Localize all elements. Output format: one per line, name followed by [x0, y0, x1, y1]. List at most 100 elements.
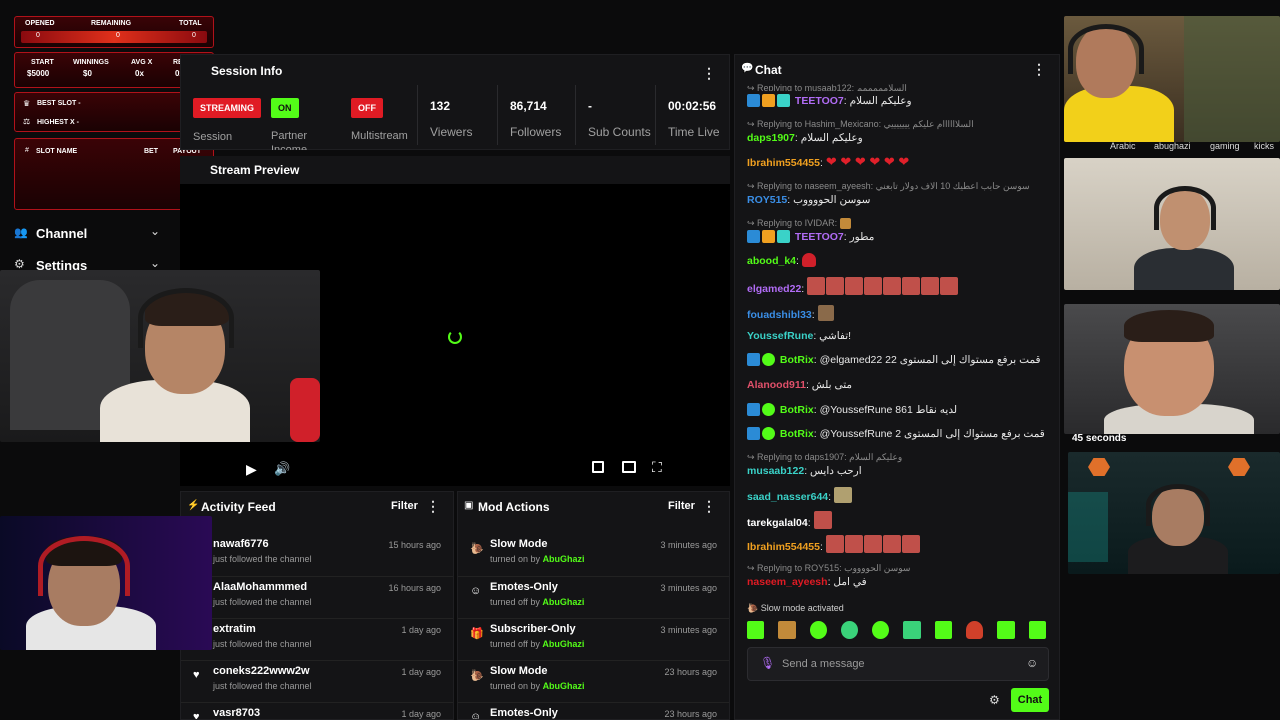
chat-username[interactable]: Ibrahim554455	[747, 157, 820, 169]
follower-time: 15 hours ago	[388, 540, 441, 550]
heart-icon: ♥	[193, 669, 200, 681]
chat-bubble-icon: 💬	[741, 63, 754, 74]
progress-bar: 0 0 0	[21, 31, 207, 43]
followers-stat: 86,714 Followers	[497, 85, 577, 145]
chat-send-button[interactable]: Chat	[1011, 688, 1049, 712]
chat-message: Alanood911: متى بلش	[747, 379, 853, 391]
gg-emote-icon	[834, 487, 852, 503]
face-emote-icon	[902, 277, 921, 295]
chat-username[interactable]: Alanood911	[747, 379, 806, 391]
fullscreen-icon[interactable]: ⛶	[652, 459, 662, 476]
session-info-panel: Session Info ⋮ STREAMING Session ON Part…	[180, 54, 730, 150]
emote-icon[interactable]	[934, 621, 953, 639]
chat-username[interactable]: fouadshibl33	[747, 309, 812, 321]
sidebar-item-channel[interactable]: 👥 Channel ⌄	[12, 224, 172, 244]
chat-username[interactable]: elgamed22	[747, 283, 801, 295]
smile-icon: ☺	[470, 585, 482, 597]
remaining-value: 0	[116, 32, 120, 39]
verified-icon	[762, 427, 775, 440]
follower-time: 1 day ago	[401, 709, 441, 719]
emoji-icon[interactable]: ☺	[1026, 656, 1038, 670]
best-slot-label: BEST SLOT -	[37, 100, 81, 107]
more-options-icon[interactable]: ⋮	[1032, 61, 1046, 78]
webcam-feed	[1068, 452, 1280, 574]
pip-icon[interactable]	[622, 461, 636, 473]
chat-username[interactable]: saad_nasser644	[747, 491, 828, 503]
chat-text: ❤ ❤ ❤ ❤ ❤ ❤	[825, 155, 910, 169]
chat-text: تفاشي!	[819, 330, 852, 342]
sub-badge-icon	[777, 230, 790, 243]
tag[interactable]: Arabic	[1110, 141, 1136, 151]
emote-icon[interactable]	[1028, 621, 1046, 639]
multistream-badge: OFF	[351, 98, 383, 118]
chat-text: @elgamed22 22 قمت برفع مستواك إلى المستو…	[819, 354, 1041, 366]
webcam-feed	[1064, 304, 1280, 434]
gear-icon[interactable]: ⚙	[989, 693, 1000, 707]
chat-reply: ↪ Replying to Hashim_Mexicano: السلااااا…	[747, 119, 974, 129]
chat-username[interactable]: YoussefRune	[747, 330, 813, 342]
mod-action-desc: turned off by AbuGhazi	[490, 639, 584, 649]
chat-message: abood_k4:	[747, 253, 1047, 271]
followers-label: Followers	[510, 125, 562, 139]
more-options-icon[interactable]: ⋮	[426, 498, 440, 515]
chat-input[interactable]: 🎙 Send a message ☺	[747, 647, 1049, 681]
emote-icon[interactable]	[809, 621, 827, 639]
chat-username[interactable]: tarekgalal04	[747, 517, 808, 529]
tag[interactable]: gaming	[1210, 141, 1240, 151]
quick-emotes-bar	[747, 621, 1047, 639]
microphone-icon[interactable]: 🎙	[760, 656, 775, 670]
chat-username[interactable]: TEETOO7	[795, 95, 844, 107]
play-icon[interactable]: ▶	[246, 461, 257, 478]
more-options-icon[interactable]: ⋮	[702, 65, 716, 82]
chat-username[interactable]: naseem_ayeesh	[747, 576, 828, 588]
theater-mode-icon[interactable]	[592, 461, 604, 473]
partner-badge: ON	[271, 98, 299, 118]
mod-filter-button[interactable]: Filter	[668, 500, 695, 512]
chat-username[interactable]: musaab122	[747, 465, 804, 477]
chat-text: وعليكم السلام	[849, 95, 912, 107]
total-header: TOTAL	[179, 20, 202, 27]
face-emote-icon	[863, 535, 882, 553]
verified-icon	[762, 353, 775, 366]
highest-x-label: HIGHEST X -	[37, 119, 80, 126]
scale-icon: ⚖	[23, 117, 31, 126]
mod-action-by: AbuGhazi	[542, 639, 585, 649]
more-options-icon[interactable]: ⋮	[702, 498, 716, 515]
tag[interactable]: abughazi	[1154, 141, 1191, 151]
list-item: 🎁 Subscriber-Only turned off by AbuGhazi…	[458, 618, 729, 660]
reply-text: Replying to musaab122: السلامممممم	[757, 83, 907, 91]
chat-message: BotRix: @YoussefRune 2 قمت برفع مستواك إ…	[747, 427, 1047, 441]
mod-action-verb: turned on by	[490, 681, 541, 691]
users-icon: 👥	[14, 227, 28, 239]
activity-filter-button[interactable]: Filter	[391, 500, 418, 512]
chat-username[interactable]: Ibrahim554455	[747, 541, 820, 553]
reply-text: Replying to daps1907: وعليكم السلام	[757, 452, 903, 462]
chat-username[interactable]: abood_k4	[747, 255, 796, 267]
chat-username[interactable]: daps1907	[747, 132, 795, 144]
chat-username[interactable]: BotRix	[780, 404, 814, 416]
emote-icon[interactable]	[997, 621, 1015, 639]
emote-icon[interactable]	[778, 621, 796, 639]
winnings-value: $0	[83, 69, 92, 78]
chat-username[interactable]: TEETOO7	[795, 231, 844, 243]
tag[interactable]: kicks	[1254, 141, 1274, 151]
emote-icon[interactable]	[747, 621, 765, 639]
chat-username[interactable]: BotRix	[780, 354, 814, 366]
emote-icon[interactable]	[872, 621, 890, 639]
snail-icon: 🐌	[470, 670, 484, 682]
chevron-down-icon: ⌄	[150, 224, 161, 238]
chat-message: fouadshibl33:	[747, 305, 1047, 323]
chat-message: ROY515: سوسن الحووووب	[747, 194, 871, 206]
moderator-icon	[747, 353, 760, 366]
volume-icon[interactable]: 🔊	[274, 461, 290, 477]
follower-name: extratim	[213, 623, 256, 635]
moderator-icon	[747, 403, 760, 416]
emote-icon[interactable]	[903, 621, 921, 639]
list-item: ☺ Emotes-Only 23 hours ago	[458, 702, 729, 719]
emote-icon[interactable]	[840, 621, 859, 639]
list-item: AlaaMohammmed just followed the channel …	[181, 576, 453, 618]
chat-username[interactable]: BotRix	[780, 428, 814, 440]
emote-icon[interactable]	[966, 621, 984, 639]
start-value: $5000	[27, 69, 50, 78]
chat-username[interactable]: ROY515	[747, 194, 787, 206]
